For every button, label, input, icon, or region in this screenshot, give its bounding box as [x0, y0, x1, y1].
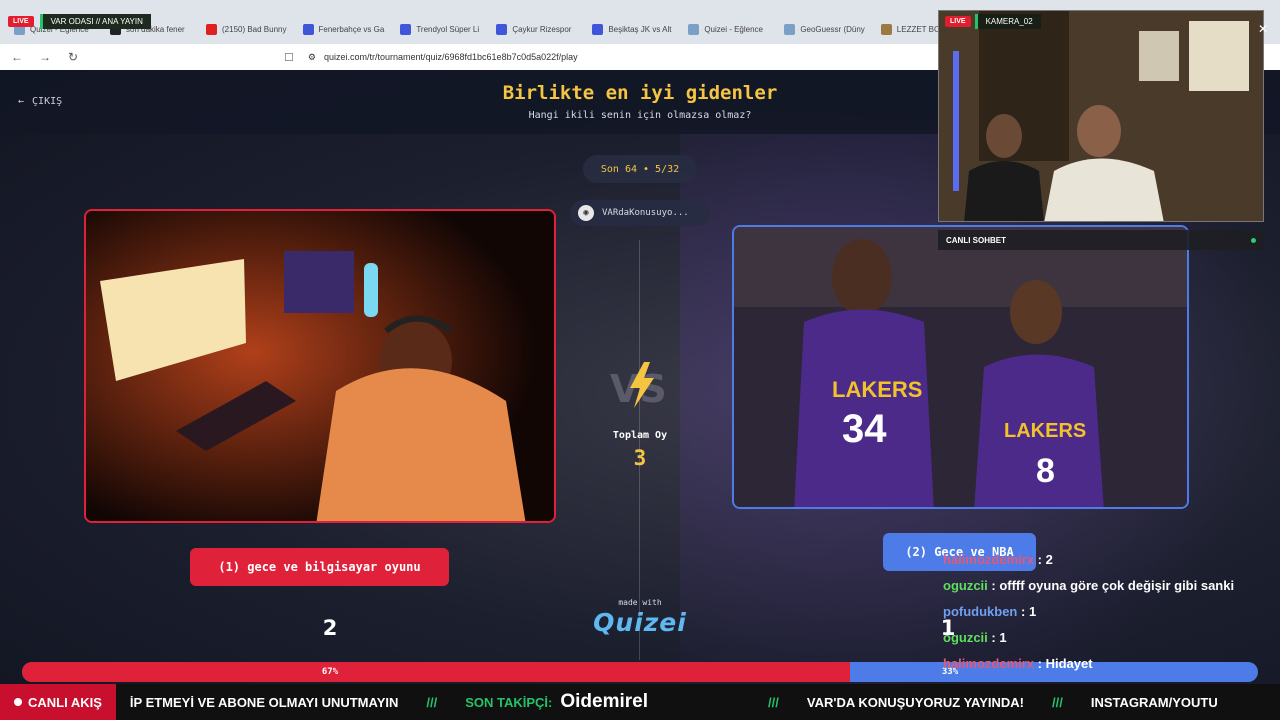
chat-text: : 2	[1034, 552, 1053, 567]
option-left-card[interactable]	[84, 209, 556, 523]
svg-text:8: 8	[1036, 452, 1055, 490]
creator-chip[interactable]: ◉ VARdaKonusuyo...	[570, 200, 710, 226]
total-votes-value: 3	[633, 446, 647, 470]
browser-tab[interactable]: Beşiktaş JK vs Alt	[584, 14, 680, 44]
last-follower-name: Oidemirel	[560, 691, 649, 712]
chat-text: : 1	[987, 630, 1007, 645]
quizei-logo[interactable]: Quizei	[580, 608, 700, 637]
svg-text:34: 34	[842, 407, 887, 451]
browser-tab[interactable]: Quizei - Eğlence	[680, 14, 776, 44]
tab-label: (2150) Bad Bunny	[222, 24, 287, 34]
live-flow-badge: CANLI AKIŞ	[0, 684, 116, 720]
chat-message: pofudukben : 1	[943, 602, 1273, 628]
chat-username[interactable]: halimozdemirx	[943, 552, 1034, 567]
ticker-item: İP ETMEYİ VE ABONE OLMAYI UNUTMAYIN	[129, 694, 399, 710]
tab-label: Trendyol Süper Li	[416, 24, 480, 34]
ticker-separator: ///	[426, 694, 438, 710]
camera-live-badge: LIVE	[945, 16, 971, 27]
tab-favicon-icon	[880, 23, 892, 35]
stream-overlay-title: LIVE VAR ODASI // ANA YAYIN	[8, 14, 151, 29]
tab-favicon-icon	[302, 23, 314, 35]
webcam-image	[939, 11, 1263, 221]
last-follower-label: SON TAKİPÇİ:	[465, 694, 553, 710]
option-left-button[interactable]: (1) gece ve bilgisayar oyunu	[190, 548, 449, 586]
ticker-separator: ///	[1052, 694, 1063, 710]
reload-icon[interactable]: ↻	[66, 50, 80, 64]
url-field[interactable]: ⚙ quizei.com/tr/tournament/quiz/6968fd1b…	[308, 52, 578, 63]
tab-favicon-icon	[400, 23, 412, 35]
tab-label: Beşiktaş JK vs Alt	[608, 24, 672, 34]
live-flow-label: CANLI AKIŞ	[28, 694, 102, 710]
vs-lightning-icon: VS	[610, 362, 667, 410]
chat-text: : 1	[1017, 604, 1037, 619]
site-info-icon[interactable]: ⚙	[308, 52, 316, 63]
tab-favicon-icon	[784, 23, 796, 35]
chat-message: oguzcii : offff oyuna göre çok değişir g…	[943, 576, 1273, 602]
option-right-image: LAKERS 34 LAKERS 8	[734, 227, 1187, 507]
chat-message: halimozdemirx : Hidayet	[943, 654, 1273, 680]
vote-progress-left-fill	[22, 662, 851, 682]
browser-tab[interactable]: (2150) Bad Bunny	[198, 14, 295, 44]
made-with-label: made with	[618, 598, 662, 607]
live-badge: LIVE	[8, 16, 34, 27]
live-chat-header: CANLI SOHBET	[938, 230, 1264, 250]
back-arrow-icon[interactable]: ←	[10, 50, 24, 64]
round-indicator: Son 64 • 5/32	[583, 155, 697, 183]
live-chat: halimozdemirx : 2 oguzcii : offff oyuna g…	[943, 550, 1273, 680]
forward-arrow-icon[interactable]: →	[38, 50, 52, 64]
chat-username[interactable]: halimozdemirx	[943, 656, 1034, 671]
ticker-item: INSTAGRAM/YOUTU	[1090, 694, 1218, 710]
creator-name: VARdaKonusuyo...	[602, 208, 689, 218]
option-left-percent: 67%	[321, 667, 339, 677]
chat-text: : Hidayet	[1034, 656, 1093, 671]
stream-title: VAR ODASI // ANA YAYIN	[39, 14, 151, 29]
tab-favicon-icon	[592, 23, 604, 35]
chat-text: : offff oyuna göre çok değişir gibi sank…	[987, 578, 1235, 593]
online-status-icon	[1251, 237, 1256, 243]
chat-username[interactable]: oguzcii	[943, 578, 988, 593]
browser-tab[interactable]: Çaykur Rizespor	[488, 14, 584, 44]
youtube-icon	[206, 23, 217, 35]
live-chat-title: CANLI SOHBET	[946, 235, 1006, 245]
svg-text:LAKERS: LAKERS	[832, 377, 922, 402]
browser-tab[interactable]: GeoGuessr (Düny	[776, 14, 872, 44]
tab-label: Quizei - Eğlence	[704, 24, 764, 34]
tab-favicon-icon	[496, 23, 508, 35]
live-dot-icon	[14, 698, 22, 706]
total-votes-label: Toplam Oy	[612, 430, 668, 441]
news-ticker: CANLI AKIŞ İP ETMEYİ VE ABONE OLMAYI UNU…	[0, 684, 1280, 720]
tab-label: Çaykur Rizespor	[512, 24, 572, 34]
chat-message: halimozdemirx : 2	[943, 550, 1273, 576]
tab-favicon-icon	[688, 23, 700, 35]
option-left-votes: 2	[322, 616, 338, 640]
ticker-item: VAR'DA KONUŞUYORUZ YAYINDA!	[806, 694, 1025, 710]
camera-overlay-title: LIVE KAMERA_02	[945, 14, 1041, 29]
tab-label: Fenerbahçe vs Ga	[318, 24, 385, 34]
chat-message: oguzcii : 1	[943, 628, 1273, 654]
creator-avatar-icon: ◉	[578, 205, 594, 221]
ticker-separator: ///	[768, 694, 779, 710]
option-left-image	[86, 211, 554, 521]
chat-username[interactable]: oguzcii	[943, 630, 988, 645]
browser-tab[interactable]: Fenerbahçe vs Ga	[295, 14, 393, 44]
url-text: quizei.com/tr/tournament/quiz/6968fd1bc6…	[323, 52, 578, 62]
tab-label: GeoGuessr (Düny	[800, 24, 865, 34]
chat-username[interactable]: pofudukben	[943, 604, 1017, 619]
screen: Quizei - Eğlence son dakika fener (2150)…	[0, 0, 1280, 720]
webcam-feed	[938, 10, 1264, 222]
option-right-card[interactable]: LAKERS 34 LAKERS 8	[732, 225, 1189, 509]
camera-title: KAMERA_02	[974, 14, 1041, 29]
bookmark-icon[interactable]: ☐	[284, 51, 294, 64]
browser-tab[interactable]: Trendyol Süper Li	[392, 14, 488, 44]
svg-text:LAKERS: LAKERS	[1004, 420, 1086, 442]
close-icon[interactable]: ✕	[1258, 22, 1268, 36]
